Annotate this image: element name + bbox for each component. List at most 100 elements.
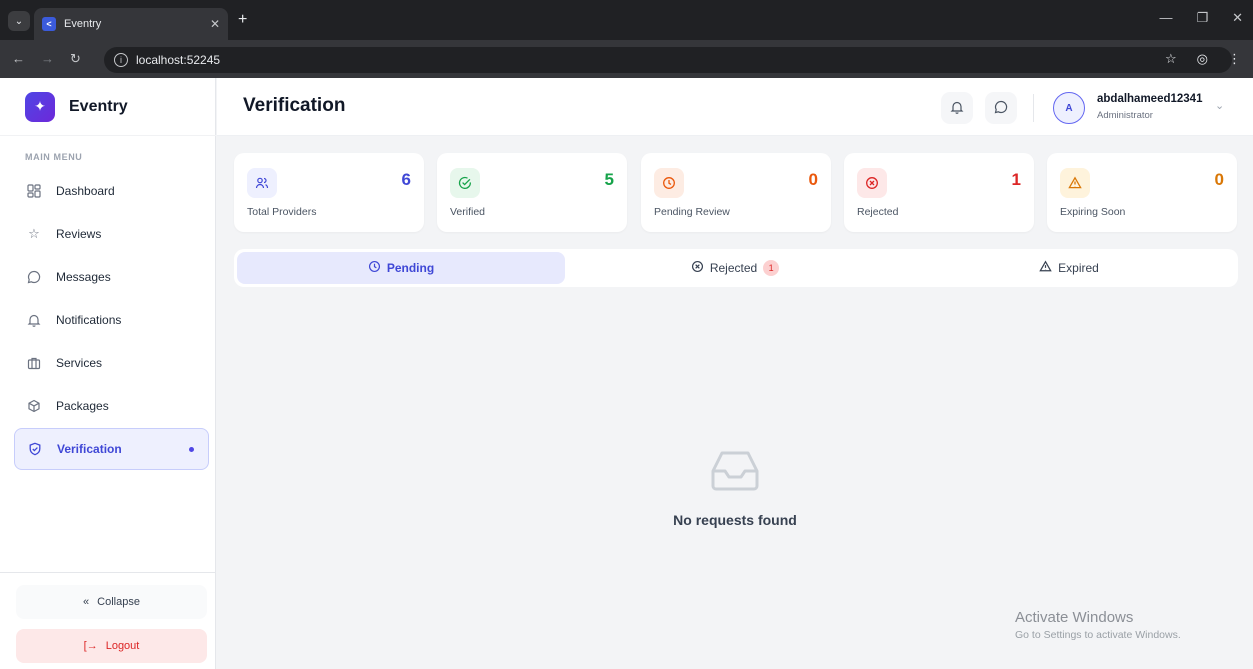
logout-icon: [→ [83,640,98,652]
stat-label: Verified [450,206,486,218]
new-tab-icon[interactable]: + [238,11,247,29]
url-field[interactable]: i localhost:52245 [104,47,1232,73]
sidebar-item-services[interactable]: Services [14,342,209,384]
briefcase-icon [26,355,42,371]
bookmark-star-icon[interactable]: ☆ [1165,51,1177,67]
minimize-icon[interactable]: — [1159,10,1172,26]
logout-label: Logout [105,640,140,652]
warning-icon [1060,168,1090,198]
sidebar-item-packages[interactable]: Packages [14,385,209,427]
tab-title: Eventry [64,18,102,30]
page-title: Verification [243,95,346,116]
tab-pending[interactable]: Pending [237,252,565,284]
stat-card-expiring-soon: 0 Expiring Soon [1047,153,1237,232]
windows-activation-title: Activate Windows [1015,609,1134,626]
sidebar-footer: « Collapse [→ Logout [0,572,216,669]
check-circle-icon [450,168,480,198]
site-info-icon[interactable]: i [114,53,128,67]
brand-name: Eventry [69,97,128,115]
stat-label: Pending Review [654,206,730,218]
tab-search-button[interactable]: ⌄ [8,11,30,31]
main-menu: Dashboard ☆ Reviews Messages Notificatio… [14,170,209,471]
x-circle-icon [691,260,704,276]
empty-state-message: No requests found [673,512,797,528]
stat-value: 0 [1214,170,1224,189]
back-icon[interactable]: ← [12,51,25,67]
sidebar-item-dashboard[interactable]: Dashboard [14,170,209,212]
sidebar-item-label: Services [56,356,103,370]
restore-icon[interactable]: ❐ [1196,10,1208,26]
logout-button[interactable]: [→ Logout [16,629,207,663]
stat-label: Rejected [857,206,899,218]
messages-button[interactable] [985,92,1017,124]
browser-tab[interactable]: < Eventry ✕ [34,8,228,40]
forward-icon[interactable]: → [41,51,54,67]
menu-heading: MAIN MENU [25,152,83,162]
sidebar-item-messages[interactable]: Messages [14,256,209,298]
warning-icon [1039,260,1052,276]
active-indicator-dot [189,446,194,452]
nav-buttons: ← → ↻ [12,51,81,67]
tab-rejected[interactable]: Rejected 1 [571,252,899,284]
stat-card-pending-review: 0 Pending Review [641,153,831,232]
windows-activation-subtitle: Go to Settings to activate Windows. [1015,629,1181,641]
collapse-button[interactable]: « Collapse [16,585,207,619]
reload-icon[interactable]: ↻ [70,51,81,67]
url-text: localhost:52245 [136,53,221,67]
double-chevron-left-icon: « [83,596,90,608]
clock-icon [368,260,381,276]
sidebar-item-verification[interactable]: Verification [14,428,209,470]
chevron-down-icon[interactable]: ⌄ [1215,99,1224,112]
sidebar-item-label: Messages [56,270,111,284]
close-tab-icon[interactable]: ✕ [210,17,220,31]
sidebar-item-label: Packages [56,399,109,413]
stat-label: Expiring Soon [1060,206,1126,218]
stat-value: 5 [604,170,614,189]
users-icon [247,168,277,198]
shield-check-icon [27,441,43,457]
bell-icon [26,312,42,328]
sidebar-item-label: Reviews [56,227,102,241]
sidebar: ✦ Eventry MAIN MENU Dashboard ☆ Reviews … [0,78,216,669]
stat-label: Total Providers [247,206,317,218]
verification-tabs: Pending Rejected 1 Expired [234,249,1238,287]
stat-card-total-providers: 6 Total Providers [234,153,424,232]
tab-label: Expired [1058,261,1099,275]
page-header: Verification A abdalhameed12341 Administ… [217,78,1253,136]
rejected-count-badge: 1 [763,260,780,276]
stat-value: 0 [808,170,818,189]
header-divider [1033,94,1034,122]
notifications-button[interactable] [941,92,973,124]
stat-card-rejected: 1 Rejected [844,153,1034,232]
tab-expired[interactable]: Expired [905,252,1233,284]
star-icon: ☆ [28,226,40,241]
user-role: Administrator [1097,110,1153,121]
stat-value: 1 [1011,170,1021,189]
stat-value: 6 [401,170,411,189]
tab-label: Rejected [709,261,758,275]
party-popper-logo-icon: ✦ [25,91,55,122]
profile-icon[interactable]: ◎ [1197,51,1208,67]
collapse-label: Collapse [97,596,140,608]
window-controls: — ❐ ✕ [1159,10,1243,26]
sidebar-item-label: Notifications [56,313,122,327]
browser-address-bar: ← → ↻ i localhost:52245 ☆ ◎ ⋮ [0,40,1253,78]
stat-card-verified: 5 Verified [437,153,627,232]
inbox-icon [710,449,760,493]
sidebar-item-label: Verification [57,442,122,456]
avatar[interactable]: A [1053,92,1085,124]
close-window-icon[interactable]: ✕ [1232,10,1243,26]
x-circle-icon [857,168,887,198]
bell-icon [950,100,964,117]
browser-menu-icon[interactable]: ⋮ [1228,51,1241,67]
clock-icon [654,168,684,198]
sidebar-item-notifications[interactable]: Notifications [14,299,209,341]
browser-tab-bar: ⌄ < Eventry ✕ + — ❐ ✕ [0,0,1253,40]
chat-icon [26,269,42,285]
address-bar-actions: ☆ ◎ ⋮ [1165,51,1241,67]
sidebar-item-reviews[interactable]: ☆ Reviews [14,213,209,255]
eventry-favicon-icon: < [42,17,56,31]
grid-icon [26,183,42,199]
user-name[interactable]: abdalhameed12341 [1097,93,1202,105]
brand[interactable]: ✦ Eventry [0,78,216,136]
